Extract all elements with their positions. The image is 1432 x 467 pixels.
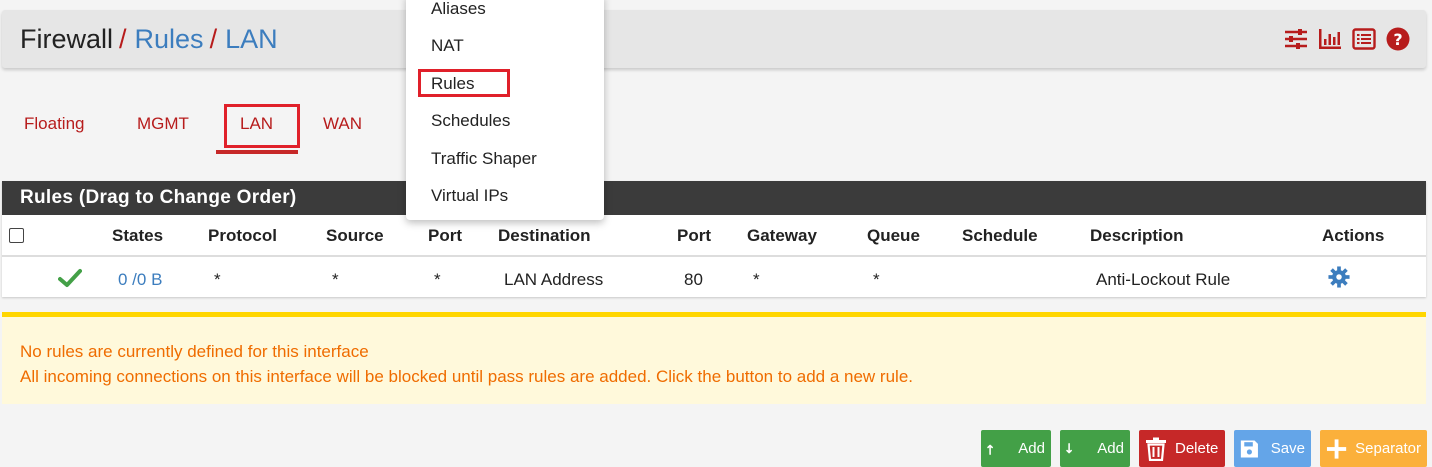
cell-source-port: * <box>434 270 441 289</box>
delete-button[interactable]: Delete <box>1139 430 1225 467</box>
no-rules-alert: No rules are currently defined for this … <box>2 312 1426 404</box>
tab-mgmt[interactable]: MGMT <box>137 114 189 134</box>
breadcrumb: Firewall / Rules / LAN <box>20 23 278 55</box>
cell-protocol: * <box>214 270 221 289</box>
add-top-label: Add <box>1018 440 1045 457</box>
action-buttons: Add Add Delete Save Separator <box>981 430 1427 467</box>
trash-icon <box>1146 437 1166 461</box>
tab-wan[interactable]: WAN <box>323 114 362 134</box>
column-header-states[interactable]: States <box>112 226 163 246</box>
save-button[interactable]: Save <box>1234 430 1311 467</box>
cell-destination: LAN Address <box>504 270 604 289</box>
column-header-gateway[interactable]: Gateway <box>747 226 817 246</box>
column-header-source[interactable]: Source <box>326 226 384 246</box>
breadcrumb-lan-link[interactable]: LAN <box>225 24 278 54</box>
plus-icon <box>1326 438 1347 459</box>
list-icon[interactable] <box>1352 27 1376 51</box>
save-icon <box>1240 439 1258 458</box>
header-icon-group: ? <box>1284 27 1410 51</box>
column-header-dest-port[interactable]: Port <box>677 226 711 246</box>
help-icon[interactable]: ? <box>1386 27 1410 51</box>
arrow-down-icon <box>1066 442 1072 453</box>
gear-icon[interactable] <box>1328 266 1350 288</box>
svg-text:?: ? <box>1393 30 1402 49</box>
sliders-icon[interactable] <box>1284 27 1308 51</box>
column-header-actions: Actions <box>1322 226 1385 245</box>
column-header-port[interactable]: Port <box>428 226 462 246</box>
separator-label: Separator <box>1355 440 1421 457</box>
add-bottom-label: Add <box>1097 440 1124 457</box>
cell-source: * <box>332 270 339 289</box>
cell-gateway: * <box>753 270 760 289</box>
firewall-dropdown-menu: Aliases NAT Rules Schedules Traffic Shap… <box>406 0 604 220</box>
bar-chart-icon[interactable] <box>1318 27 1342 51</box>
column-header-schedule[interactable]: Schedule <box>962 226 1038 246</box>
menu-item-rules[interactable]: Rules <box>431 74 474 94</box>
column-header-queue[interactable]: Queue <box>867 226 920 246</box>
tab-lan[interactable]: LAN <box>240 114 273 134</box>
add-top-button[interactable]: Add <box>981 430 1051 467</box>
arrow-up-icon <box>987 444 993 455</box>
alert-line-1: No rules are currently defined for this … <box>20 342 369 361</box>
page-header: Firewall / Rules / LAN ? <box>2 10 1426 68</box>
breadcrumb-separator: / <box>209 24 218 54</box>
delete-label: Delete <box>1175 440 1219 457</box>
select-all-checkbox[interactable] <box>9 228 24 243</box>
tab-floating[interactable]: Floating <box>24 114 84 134</box>
states-link[interactable]: 0 /0 B <box>118 270 162 290</box>
panel-heading: Rules (Drag to Change Order) <box>2 181 1426 215</box>
column-header-destination[interactable]: Destination <box>498 226 591 246</box>
add-separator-button[interactable]: Separator <box>1320 430 1427 467</box>
column-header-description[interactable]: Description <box>1090 226 1184 246</box>
table-header: States Protocol Source Port Destination … <box>2 215 1426 257</box>
breadcrumb-rules-link[interactable]: Rules <box>135 24 204 54</box>
rules-panel: Rules (Drag to Change Order) States Prot… <box>2 181 1426 297</box>
active-tab-indicator <box>216 150 298 154</box>
cell-queue: * <box>873 270 880 289</box>
cell-dest-port: 80 <box>684 270 703 289</box>
add-bottom-button[interactable]: Add <box>1060 430 1130 467</box>
menu-item-aliases[interactable]: Aliases <box>431 0 486 19</box>
cell-description: Anti-Lockout Rule <box>1096 270 1231 289</box>
check-icon <box>58 269 82 287</box>
breadcrumb-separator: / <box>119 24 127 54</box>
menu-item-virtual-ips[interactable]: Virtual IPs <box>431 186 508 206</box>
column-header-protocol[interactable]: Protocol <box>208 226 277 246</box>
menu-item-nat[interactable]: NAT <box>431 36 464 56</box>
menu-item-traffic-shaper[interactable]: Traffic Shaper <box>431 149 537 169</box>
table-row[interactable]: 0 /0 B * * * LAN Address 80 * * Anti-Loc… <box>2 257 1426 297</box>
save-label: Save <box>1270 440 1305 457</box>
breadcrumb-firewall: Firewall <box>20 24 114 54</box>
menu-item-schedules[interactable]: Schedules <box>431 111 510 131</box>
alert-line-2: All incoming connections on this interfa… <box>20 367 914 386</box>
